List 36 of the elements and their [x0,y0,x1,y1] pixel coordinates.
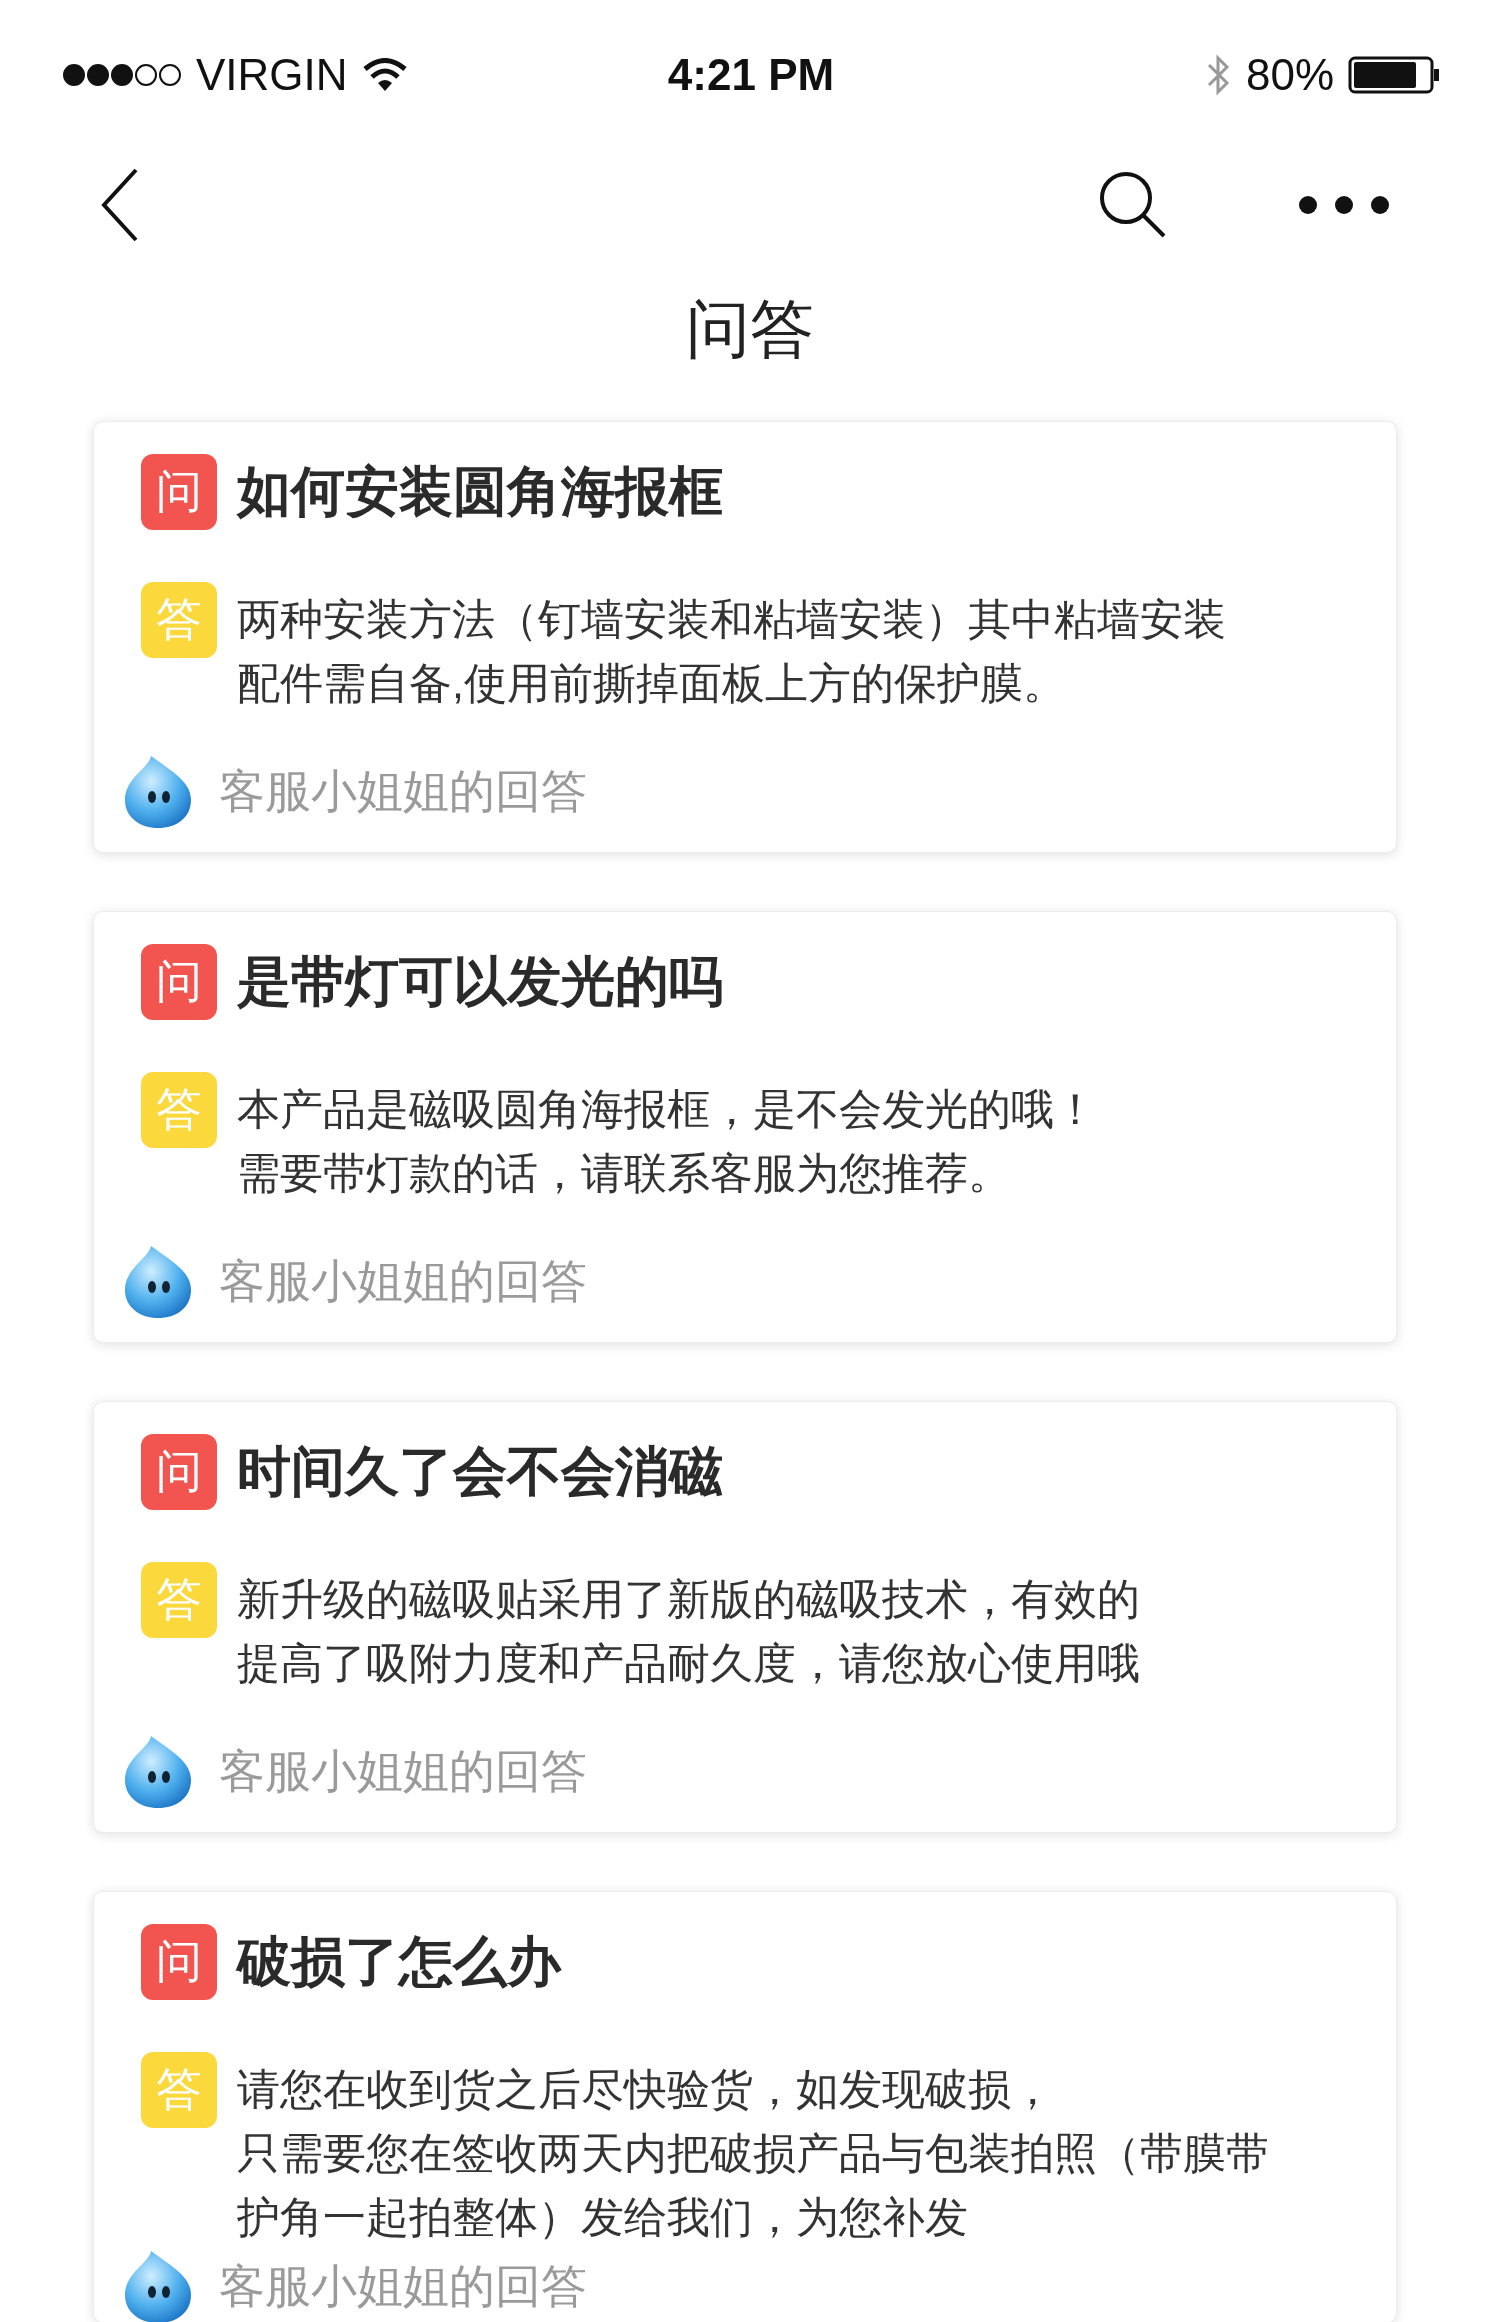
answer-line: 新升级的磁吸贴采用了新版的磁吸技术，有效的 [237,1574,1140,1625]
answer-badge: 答 [141,582,217,658]
question-text: 时间久了会不会消磁 [237,1439,723,1503]
question-text: 是带灯可以发光的吗 [237,949,723,1013]
page-title: 问答 [686,292,814,367]
question-text: 破损了怎么办 [237,1929,561,1993]
battery-percent: 80% [1245,50,1334,100]
question-badge: 问 [141,1924,217,2000]
answer-line: 配件需自备,使用前撕掉面板上方的保护膜。 [237,658,1066,709]
answer-line: 两种安装方法（钉墙安装和粘墙安装）其中粘墙安装 [237,594,1226,645]
question-badge: 问 [141,454,217,530]
answer-line: 请您在收到货之后尽快验货，如发现破损， [237,2064,1054,2115]
answer-badge: 答 [141,2052,217,2128]
more-button[interactable] [1298,195,1390,215]
bluetooth-icon [1205,52,1232,98]
answer-line: 护角一起拍整体）发给我们，为您补发 [237,2192,968,2243]
answer-line: 本产品是磁吸圆角海报框，是不会发光的哦！ [237,1084,1097,1135]
answer-line: 需要带灯款的话，请联系客服为您推荐。 [237,1148,1011,1199]
question-text: 如何安装圆角海报框 [237,459,723,523]
answer-source: 客服小姐姐的回答 [219,764,587,819]
answer-source: 客服小姐姐的回答 [219,1254,587,1309]
answer-source: 客服小姐姐的回答 [219,1744,587,1799]
battery-icon [1348,56,1440,94]
answer-source: 客服小姐姐的回答 [219,2259,587,2314]
back-button[interactable] [100,168,140,242]
answer-line: 提高了吸附力度和产品耐久度，请您放心使用哦 [237,1638,1140,1689]
status-time: 4:21 PM [667,50,835,100]
question-badge: 问 [141,944,217,1020]
answer-line: 只需要您在签收两天内把破损产品与包装拍照（带膜带 [237,2128,1269,2179]
answer-badge: 答 [141,1562,217,1638]
signal-icon [62,63,182,87]
wifi-icon [361,58,408,92]
search-button[interactable] [1098,170,1168,240]
question-badge: 问 [141,1434,217,1510]
carrier-name: VIRGIN [196,50,348,100]
answer-badge: 答 [141,1072,217,1148]
